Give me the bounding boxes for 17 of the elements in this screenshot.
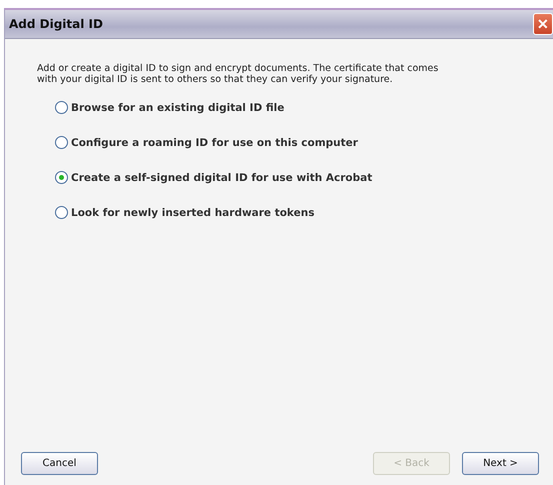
window-title: Add Digital ID <box>8 17 104 31</box>
close-button[interactable]: ✕ <box>533 13 553 35</box>
option-label: Configure a roaming ID for use on this computer <box>71 136 358 148</box>
radio-button[interactable] <box>55 101 68 114</box>
intro-text: Add or create a digital ID to sign and encrypt documents. The certificate that comes with your digital ID is sent to others so that they can verify your signature. <box>37 63 440 85</box>
radio-option[interactable]: Configure a roaming ID for use on this computer <box>55 136 539 149</box>
option-label: Create a self-signed digital ID for use with Acrobat <box>71 172 372 184</box>
radio-button[interactable] <box>55 206 68 219</box>
option-label: Browse for an existing digital ID file <box>71 102 284 114</box>
radio-option[interactable]: Look for newly inserted hardware tokens <box>55 206 539 219</box>
radio-button[interactable] <box>55 171 68 184</box>
wizard-button[interactable]: Next > <box>462 452 539 475</box>
radio-option[interactable]: Browse for an existing digital ID file <box>55 101 539 114</box>
option-label: Look for newly inserted hardware tokens <box>71 206 314 218</box>
radio-button[interactable] <box>55 136 68 149</box>
radio-option[interactable]: Create a self-signed digital ID for use with Acrobat <box>55 171 539 184</box>
wizard-button[interactable]: Cancel <box>21 452 98 475</box>
